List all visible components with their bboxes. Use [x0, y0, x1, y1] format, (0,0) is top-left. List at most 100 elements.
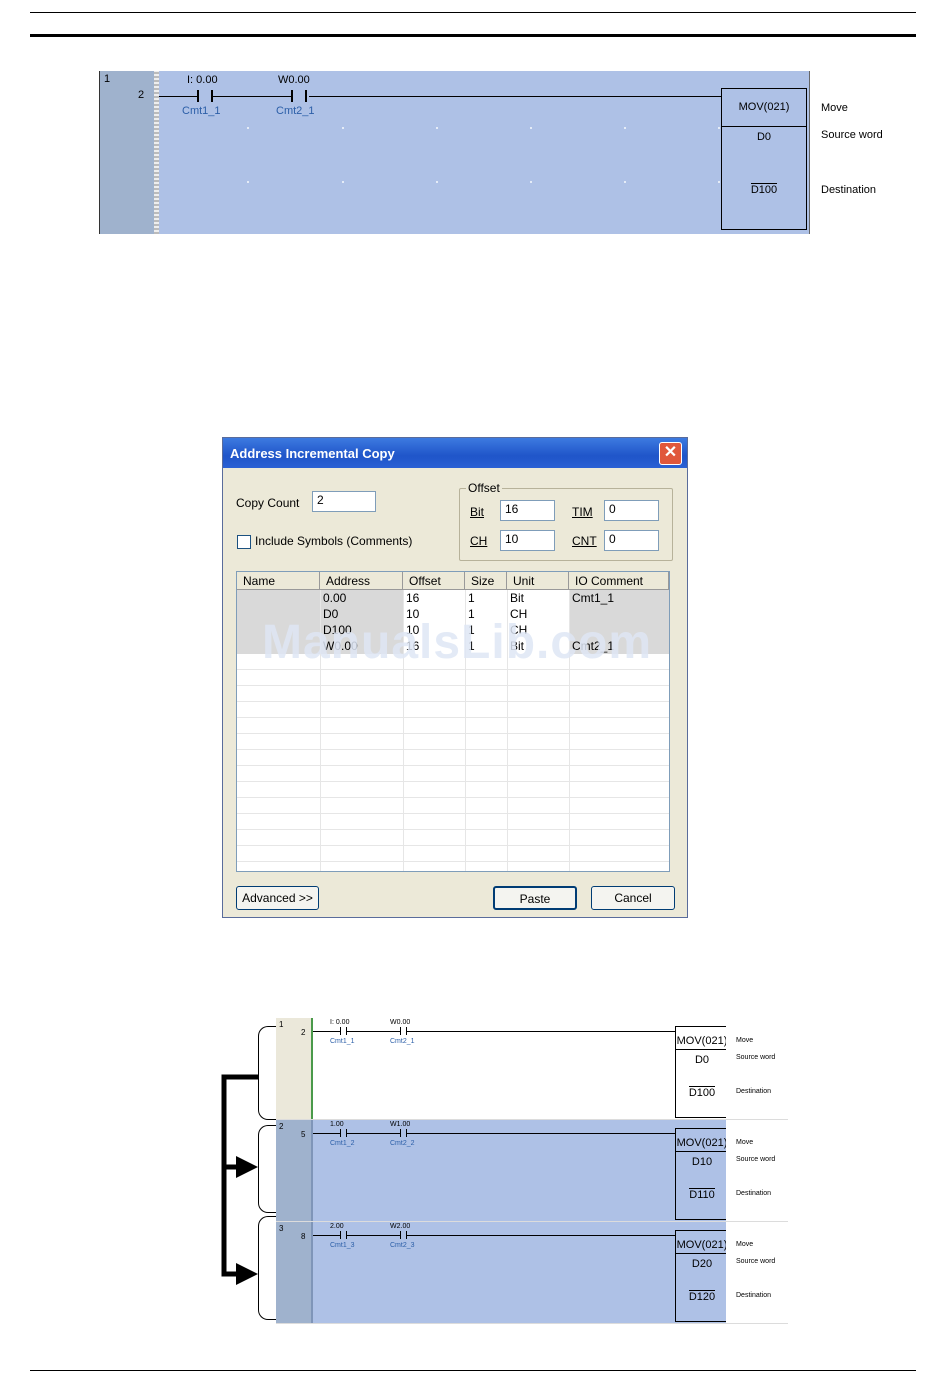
- instruction-block[interactable]: MOV(021) D20 D120: [675, 1230, 729, 1322]
- rung-number-column[interactable]: 1 2: [99, 71, 155, 234]
- contact-symbol[interactable]: [340, 1027, 341, 1035]
- instruction-name: MOV(021): [676, 1239, 728, 1251]
- table-cell-size: [465, 702, 507, 718]
- rung-number-column[interactable]: 1 2: [276, 1018, 311, 1120]
- rung-number-column[interactable]: 2 5: [276, 1120, 311, 1222]
- table-cell-offset: [403, 766, 465, 782]
- table-row[interactable]: [237, 702, 669, 718]
- ladder-diagram-top[interactable]: 1 2 I: 0.00 Cmt1_1 W0.00 Cmt2_1 MOV(021)…: [99, 71, 903, 234]
- table-row[interactable]: [237, 846, 669, 862]
- table-cell-unit: [507, 702, 569, 718]
- contact-comment: Cmt1_1: [330, 1038, 355, 1045]
- instruction-block[interactable]: MOV(021) D0 D100: [675, 1026, 729, 1118]
- table-cell-comment: [569, 766, 669, 782]
- table-cell-address: [320, 686, 403, 702]
- column-header-io-comment[interactable]: IO Comment: [569, 572, 669, 590]
- column-header-offset[interactable]: Offset: [403, 572, 465, 590]
- dialog-title-bar[interactable]: Address Incremental Copy ✕: [223, 438, 687, 468]
- ladder-rung[interactable]: 3 8 2.00 Cmt1_3 W2.00 Cmt2_3 MOV(021) D2…: [276, 1222, 788, 1324]
- rung-number: 2: [279, 1122, 284, 1131]
- instruction-block[interactable]: MOV(021) D0 D100: [721, 88, 807, 230]
- contact-symbol[interactable]: [211, 90, 213, 102]
- include-symbols-checkbox[interactable]: [237, 535, 251, 549]
- rung-separator: [276, 1323, 788, 1324]
- table-cell-name: [237, 830, 320, 846]
- ladder-rung[interactable]: 2 5 1.00 Cmt1_2 W1.00 Cmt2_2 MOV(021) D1…: [276, 1120, 788, 1222]
- paste-button[interactable]: Paste: [493, 886, 577, 910]
- table-row[interactable]: [237, 718, 669, 734]
- rung-body[interactable]: I: 0.00 Cmt1_1 W0.00 Cmt2_1 MOV(021) D0 …: [313, 1018, 729, 1120]
- rung-wire: [313, 1031, 340, 1032]
- table-cell-offset[interactable]: 16: [403, 590, 465, 606]
- contact-symbol[interactable]: [340, 1129, 341, 1137]
- table-cell-address: [320, 734, 403, 750]
- cnt-offset-input[interactable]: 0: [604, 530, 659, 551]
- contact-symbol[interactable]: [406, 1027, 407, 1035]
- table-row[interactable]: [237, 782, 669, 798]
- ladder-diagram-bottom[interactable]: 1 2 I: 0.00 Cmt1_1 W0.00 Cmt2_1 MOV(021)…: [276, 1018, 788, 1324]
- contact-symbol[interactable]: [346, 1129, 347, 1137]
- column-header-address[interactable]: Address: [320, 572, 403, 590]
- advanced-button[interactable]: Advanced >>: [236, 886, 319, 910]
- table-cell-unit[interactable]: Bit: [507, 590, 569, 606]
- contact-symbol[interactable]: [406, 1129, 407, 1137]
- table-row[interactable]: [237, 766, 669, 782]
- table-row[interactable]: [237, 814, 669, 830]
- rung-wire: [159, 96, 197, 97]
- rung-number-column[interactable]: 3 8: [276, 1222, 311, 1324]
- rung-wire: [347, 1031, 400, 1032]
- contact-symbol[interactable]: [346, 1027, 347, 1035]
- table-row[interactable]: [237, 750, 669, 766]
- table-cell-comment[interactable]: Cmt1_1: [569, 590, 669, 606]
- table-row[interactable]: [237, 670, 669, 686]
- rung-number: 1: [279, 1020, 284, 1029]
- ch-offset-input[interactable]: 10: [500, 530, 555, 551]
- copy-arrows: [221, 1074, 258, 1285]
- contact-symbol[interactable]: [406, 1231, 407, 1239]
- table-row[interactable]: [237, 686, 669, 702]
- cancel-button[interactable]: Cancel: [591, 886, 675, 910]
- contact-symbol[interactable]: [346, 1231, 347, 1239]
- bit-label: Bit: [470, 505, 485, 519]
- contact-symbol[interactable]: [400, 1129, 401, 1137]
- table-cell-unit: [507, 686, 569, 702]
- table-row[interactable]: 0.00 16 1 Bit Cmt1_1: [237, 590, 669, 606]
- rung-wire: [313, 1235, 340, 1236]
- tim-label: TIM: [572, 505, 593, 519]
- table-cell-address[interactable]: 0.00: [320, 590, 403, 606]
- table-cell-offset: [403, 702, 465, 718]
- table-cell-size: [465, 734, 507, 750]
- column-header-size[interactable]: Size: [465, 572, 507, 590]
- contact-address: W1.00: [390, 1121, 411, 1128]
- contact-address: 1.00: [330, 1121, 344, 1128]
- close-icon[interactable]: ✕: [659, 442, 682, 465]
- table-row[interactable]: [237, 830, 669, 846]
- table-cell-size[interactable]: 1: [465, 590, 507, 606]
- table-row[interactable]: [237, 734, 669, 750]
- instruction-divider: [676, 1049, 728, 1050]
- contact-symbol[interactable]: [340, 1231, 341, 1239]
- rung-body[interactable]: I: 0.00 Cmt1_1 W0.00 Cmt2_1 MOV(021) D0 …: [159, 71, 810, 234]
- copy-count-input[interactable]: 2: [312, 491, 376, 512]
- contact-symbol[interactable]: [291, 90, 293, 102]
- instruction-block[interactable]: MOV(021) D10 D110: [675, 1128, 729, 1220]
- offset-group-label: Offset: [466, 481, 502, 495]
- table-cell-name: [237, 750, 320, 766]
- rung-body[interactable]: 1.00 Cmt1_2 W1.00 Cmt2_2 MOV(021) D10 D1…: [313, 1120, 729, 1222]
- contact-symbol[interactable]: [400, 1027, 401, 1035]
- comment-move: Move: [736, 1037, 754, 1044]
- contact-comment: Cmt2_2: [390, 1140, 415, 1147]
- column-header-unit[interactable]: Unit: [507, 572, 569, 590]
- bit-offset-input[interactable]: 16: [500, 500, 555, 521]
- contact-address: W2.00: [390, 1223, 411, 1230]
- rung-wire: [313, 1133, 340, 1134]
- contact-symbol[interactable]: [400, 1231, 401, 1239]
- table-row[interactable]: [237, 798, 669, 814]
- contact-symbol[interactable]: [305, 90, 307, 102]
- rung-body[interactable]: 2.00 Cmt1_3 W2.00 Cmt2_3 MOV(021) D20 D1…: [313, 1222, 729, 1324]
- contact-symbol[interactable]: [197, 90, 199, 102]
- table-cell-address: [320, 766, 403, 782]
- column-header-name[interactable]: Name: [237, 572, 320, 590]
- tim-offset-input[interactable]: 0: [604, 500, 659, 521]
- ladder-rung[interactable]: 1 2 I: 0.00 Cmt1_1 W0.00 Cmt2_1 MOV(021)…: [276, 1018, 788, 1120]
